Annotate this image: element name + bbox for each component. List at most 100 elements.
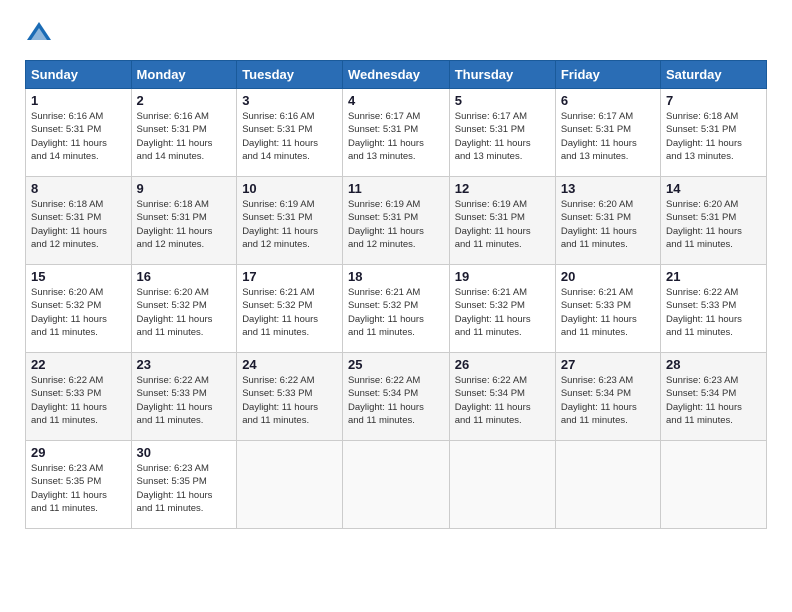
calendar-cell: 8Sunrise: 6:18 AMSunset: 5:31 PMDaylight… <box>26 177 132 265</box>
day-number: 13 <box>561 181 655 196</box>
calendar-cell: 24 Sunrise: 6:22 AMSunset: 5:33 PMDayligh… <box>237 353 343 441</box>
logo-icon <box>25 20 53 48</box>
logo <box>25 20 57 48</box>
day-info: Sunrise: 6:16 AMSunset: 5:31 PMDaylight:… <box>242 110 337 163</box>
calendar-cell: 17 Sunrise: 6:21 AMSunset: 5:32 PMDayligh… <box>237 265 343 353</box>
col-header-sunday: Sunday <box>26 61 132 89</box>
day-info: Sunrise: 6:23 AMSunset: 5:35 PMDaylight:… <box>31 462 126 515</box>
calendar-cell: 19 Sunrise: 6:21 AMSunset: 5:32 PMDayligh… <box>449 265 555 353</box>
day-number: 6 <box>561 93 655 108</box>
header <box>25 20 767 48</box>
day-number: 12 <box>455 181 550 196</box>
day-number: 5 <box>455 93 550 108</box>
col-header-wednesday: Wednesday <box>342 61 449 89</box>
day-number: 20 <box>561 269 655 284</box>
calendar-header-row: SundayMondayTuesdayWednesdayThursdayFrid… <box>26 61 767 89</box>
day-number: 1 <box>31 93 126 108</box>
calendar-cell <box>555 441 660 529</box>
day-info: Sunrise: 6:21 AMSunset: 5:32 PMDaylight:… <box>242 286 337 339</box>
day-info: Sunrise: 6:19 AMSunset: 5:31 PMDaylight:… <box>348 198 444 251</box>
col-header-saturday: Saturday <box>661 61 767 89</box>
day-info: Sunrise: 6:21 AMSunset: 5:32 PMDaylight:… <box>348 286 444 339</box>
day-info: Sunrise: 6:22 AMSunset: 5:33 PMDaylight:… <box>666 286 761 339</box>
calendar-cell: 1Sunrise: 6:16 AMSunset: 5:31 PMDaylight… <box>26 89 132 177</box>
calendar-cell: 13 Sunrise: 6:20 AMSunset: 5:31 PMDayligh… <box>555 177 660 265</box>
calendar-cell: 15 Sunrise: 6:20 AMSunset: 5:32 PMDayligh… <box>26 265 132 353</box>
day-number: 11 <box>348 181 444 196</box>
day-number: 29 <box>31 445 126 460</box>
day-number: 26 <box>455 357 550 372</box>
calendar-week-5: 29 Sunrise: 6:23 AMSunset: 5:35 PMDayligh… <box>26 441 767 529</box>
day-info: Sunrise: 6:22 AMSunset: 5:33 PMDaylight:… <box>137 374 232 427</box>
calendar-cell <box>449 441 555 529</box>
day-number: 10 <box>242 181 337 196</box>
day-number: 22 <box>31 357 126 372</box>
day-number: 23 <box>137 357 232 372</box>
day-number: 3 <box>242 93 337 108</box>
day-info: Sunrise: 6:22 AMSunset: 5:34 PMDaylight:… <box>348 374 444 427</box>
day-number: 30 <box>137 445 232 460</box>
calendar-cell: 14 Sunrise: 6:20 AMSunset: 5:31 PMDayligh… <box>661 177 767 265</box>
day-number: 9 <box>137 181 232 196</box>
calendar-cell: 25Sunrise: 6:22 AMSunset: 5:34 PMDayligh… <box>342 353 449 441</box>
calendar-cell: 5 Sunrise: 6:17 AMSunset: 5:31 PMDaylight… <box>449 89 555 177</box>
calendar-cell: 4Sunrise: 6:17 AMSunset: 5:31 PMDaylight… <box>342 89 449 177</box>
day-info: Sunrise: 6:17 AMSunset: 5:31 PMDaylight:… <box>561 110 655 163</box>
calendar-cell: 18 Sunrise: 6:21 AMSunset: 5:32 PMDayligh… <box>342 265 449 353</box>
day-info: Sunrise: 6:22 AMSunset: 5:33 PMDaylight:… <box>31 374 126 427</box>
col-header-friday: Friday <box>555 61 660 89</box>
calendar-cell: 7Sunrise: 6:18 AMSunset: 5:31 PMDaylight… <box>661 89 767 177</box>
calendar-cell: 9 Sunrise: 6:18 AMSunset: 5:31 PMDaylight… <box>131 177 237 265</box>
calendar-week-2: 8Sunrise: 6:18 AMSunset: 5:31 PMDaylight… <box>26 177 767 265</box>
day-number: 27 <box>561 357 655 372</box>
calendar-cell: 22 Sunrise: 6:22 AMSunset: 5:33 PMDayligh… <box>26 353 132 441</box>
calendar-week-4: 22 Sunrise: 6:22 AMSunset: 5:33 PMDayligh… <box>26 353 767 441</box>
day-number: 18 <box>348 269 444 284</box>
calendar-week-3: 15 Sunrise: 6:20 AMSunset: 5:32 PMDayligh… <box>26 265 767 353</box>
day-info: Sunrise: 6:21 AMSunset: 5:32 PMDaylight:… <box>455 286 550 339</box>
calendar-cell <box>342 441 449 529</box>
day-number: 21 <box>666 269 761 284</box>
calendar-cell <box>237 441 343 529</box>
day-info: Sunrise: 6:20 AMSunset: 5:32 PMDaylight:… <box>137 286 232 339</box>
day-number: 24 <box>242 357 337 372</box>
day-info: Sunrise: 6:20 AMSunset: 5:31 PMDaylight:… <box>666 198 761 251</box>
calendar-cell: 2Sunrise: 6:16 AMSunset: 5:31 PMDaylight… <box>131 89 237 177</box>
calendar-week-1: 1 Sunrise: 6:16 AMSunset: 5:31 PMDaylight… <box>26 89 767 177</box>
calendar-cell <box>661 441 767 529</box>
day-number: 17 <box>242 269 337 284</box>
day-number: 28 <box>666 357 761 372</box>
col-header-tuesday: Tuesday <box>237 61 343 89</box>
day-number: 2 <box>137 93 232 108</box>
calendar-cell: 29 Sunrise: 6:23 AMSunset: 5:35 PMDayligh… <box>26 441 132 529</box>
calendar-cell: 12 Sunrise: 6:19 AMSunset: 5:31 PMDayligh… <box>449 177 555 265</box>
calendar-cell: 3 Sunrise: 6:16 AMSunset: 5:31 PMDaylight… <box>237 89 343 177</box>
day-info: Sunrise: 6:18 AMSunset: 5:31 PMDaylight:… <box>137 198 232 251</box>
day-number: 15 <box>31 269 126 284</box>
day-info: Sunrise: 6:20 AMSunset: 5:32 PMDaylight:… <box>31 286 126 339</box>
day-info: Sunrise: 6:18 AMSunset: 5:31 PMDaylight:… <box>666 110 761 163</box>
day-info: Sunrise: 6:20 AMSunset: 5:31 PMDaylight:… <box>561 198 655 251</box>
day-info: Sunrise: 6:23 AMSunset: 5:34 PMDaylight:… <box>561 374 655 427</box>
day-info: Sunrise: 6:23 AMSunset: 5:34 PMDaylight:… <box>666 374 761 427</box>
day-number: 16 <box>137 269 232 284</box>
day-info: Sunrise: 6:21 AMSunset: 5:33 PMDaylight:… <box>561 286 655 339</box>
day-info: Sunrise: 6:22 AMSunset: 5:33 PMDaylight:… <box>242 374 337 427</box>
calendar-cell: 20 Sunrise: 6:21 AMSunset: 5:33 PMDayligh… <box>555 265 660 353</box>
calendar-cell: 21 Sunrise: 6:22 AMSunset: 5:33 PMDayligh… <box>661 265 767 353</box>
day-info: Sunrise: 6:19 AMSunset: 5:31 PMDaylight:… <box>242 198 337 251</box>
day-number: 19 <box>455 269 550 284</box>
day-info: Sunrise: 6:23 AMSunset: 5:35 PMDaylight:… <box>137 462 232 515</box>
day-info: Sunrise: 6:19 AMSunset: 5:31 PMDaylight:… <box>455 198 550 251</box>
day-info: Sunrise: 6:17 AMSunset: 5:31 PMDaylight:… <box>455 110 550 163</box>
calendar-cell: 30 Sunrise: 6:23 AMSunset: 5:35 PMDayligh… <box>131 441 237 529</box>
calendar-cell: 16 Sunrise: 6:20 AMSunset: 5:32 PMDayligh… <box>131 265 237 353</box>
calendar-cell: 6 Sunrise: 6:17 AMSunset: 5:31 PMDaylight… <box>555 89 660 177</box>
day-number: 14 <box>666 181 761 196</box>
day-info: Sunrise: 6:18 AMSunset: 5:31 PMDaylight:… <box>31 198 126 251</box>
calendar: SundayMondayTuesdayWednesdayThursdayFrid… <box>25 60 767 529</box>
day-info: Sunrise: 6:22 AMSunset: 5:34 PMDaylight:… <box>455 374 550 427</box>
col-header-thursday: Thursday <box>449 61 555 89</box>
calendar-cell: 11 Sunrise: 6:19 AMSunset: 5:31 PMDayligh… <box>342 177 449 265</box>
calendar-cell: 27 Sunrise: 6:23 AMSunset: 5:34 PMDayligh… <box>555 353 660 441</box>
